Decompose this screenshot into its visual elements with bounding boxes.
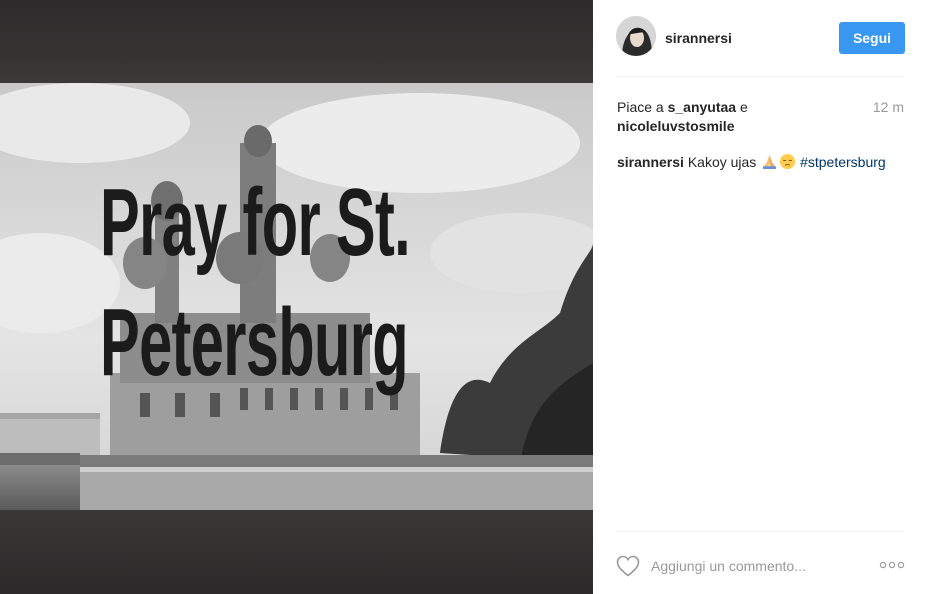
pensive-face-icon (780, 153, 796, 170)
post-photo: Pray for St. Petersburg (0, 83, 593, 510)
divider (616, 76, 904, 77)
caption-username[interactable]: sirannersi (617, 154, 684, 170)
liker-link-1[interactable]: s_anyutaa (668, 99, 736, 115)
media-letterbox-top (0, 0, 593, 83)
heart-icon[interactable] (616, 555, 640, 577)
avatar[interactable] (616, 16, 656, 56)
post-timestamp[interactable]: 12 m (873, 99, 904, 115)
likes-conjunction: e (736, 99, 748, 115)
comment-input[interactable] (651, 555, 851, 577)
post-sidebar: sirannersi Segui Piace a s_anyutaa e nic… (593, 0, 925, 594)
post-header: sirannersi Segui (616, 16, 905, 60)
more-options-icon[interactable] (879, 560, 905, 570)
comment-bar (616, 548, 906, 584)
overlay-caption: Pray for St. Petersburg (100, 163, 411, 403)
likes-line: Piace a s_anyutaa e nicoleluvstosmile (617, 98, 867, 136)
liker-link-2[interactable]: nicoleluvstosmile (617, 118, 734, 134)
divider (616, 531, 904, 532)
media-letterbox-bottom (0, 510, 593, 594)
post-media[interactable]: Pray for St. Petersburg (0, 0, 593, 594)
praying-hands-icon (763, 154, 777, 170)
caption-text: Kakoy ujas (683, 154, 761, 170)
likes-prefix: Piace a (617, 99, 668, 115)
overlay-line-1: Pray for St. (100, 169, 411, 276)
hashtag-link[interactable]: #stpetersburg (800, 154, 886, 170)
username-link[interactable]: sirannersi (665, 30, 732, 46)
post-modal: Pray for St. Petersburg sirannersi Segui… (0, 0, 925, 594)
follow-button[interactable]: Segui (839, 22, 905, 54)
post-caption: sirannersi Kakoy ujas #stpetersburg (617, 153, 907, 172)
overlay-line-2: Petersburg (100, 289, 409, 396)
